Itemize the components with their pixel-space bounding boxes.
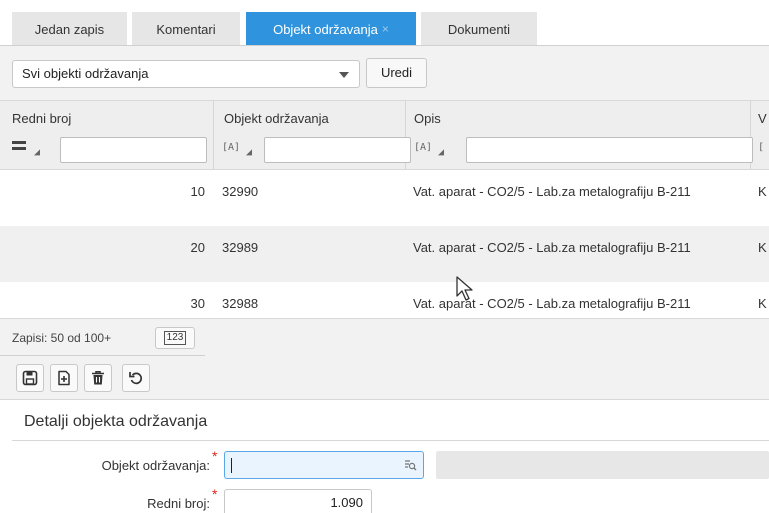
divider: [0, 355, 205, 356]
redni-broj-input[interactable]: 1.090: [224, 489, 372, 513]
details-title: Detalji objekta održavanja: [24, 413, 208, 430]
undo-button[interactable]: [122, 364, 150, 392]
cell-objekt: 32988: [222, 296, 259, 311]
tab-jedan-zapis[interactable]: Jedan zapis: [12, 12, 127, 46]
cell-opis: Vat. aparat - CO2/5 - Lab.za metalografi…: [413, 240, 691, 255]
cell-redni-broj: 30: [190, 296, 205, 311]
column-divider[interactable]: [213, 101, 214, 169]
objekt-odrzavanja-input[interactable]: [224, 451, 424, 479]
chevron-down-icon: [339, 72, 349, 78]
filter-corner-icon: ◢: [34, 147, 41, 158]
view-select[interactable]: Svi objekti održavanja: [12, 60, 360, 88]
cell-opis: Vat. aparat - CO2/5 - Lab.za metalografi…: [413, 184, 691, 199]
add-button[interactable]: [50, 364, 78, 392]
tab-label: Objekt održavanja: [273, 21, 378, 37]
field-label-objekt: Objekt održavanja:: [101, 458, 210, 473]
mouse-pointer-icon: [456, 276, 473, 301]
save-button[interactable]: [16, 364, 44, 392]
details-divider: [12, 440, 769, 441]
cell-objekt: 32990: [222, 184, 259, 199]
cell-v: K: [758, 296, 767, 311]
column-header-redni-broj[interactable]: Redni broj: [12, 111, 71, 126]
field-label-redni-broj: Redni broj:: [147, 496, 210, 511]
required-marker: *: [212, 486, 218, 502]
add-icon: [58, 370, 70, 386]
filter-input-opis[interactable]: [466, 137, 753, 163]
delete-icon: [92, 371, 104, 385]
lookup-icon[interactable]: [404, 459, 417, 472]
column-header-objekt[interactable]: Objekt održavanja: [224, 111, 329, 126]
count-records-button[interactable]: 123: [155, 327, 195, 349]
tab-label: Dokumenti: [447, 21, 511, 37]
column-header-v[interactable]: V: [758, 111, 767, 126]
view-toolbar: Svi objekti održavanja Uredi: [0, 46, 769, 100]
tab-bar: Jedan zapis Komentari Objekt održavanja …: [0, 0, 769, 46]
table-row[interactable]: 10 32990 Vat. aparat - CO2/5 - Lab.za me…: [0, 170, 769, 226]
cell-redni-broj: 10: [190, 184, 205, 199]
cell-v: K: [758, 240, 767, 255]
count-records-label: 123: [163, 331, 187, 345]
undo-icon: [129, 372, 142, 385]
table-row[interactable]: 20 32989 Vat. aparat - CO2/5 - Lab.za me…: [0, 226, 769, 282]
filter-corner-icon: ◢: [246, 147, 253, 158]
grid-header: Redni broj Objekt održavanja Opis V ◢ [A…: [0, 100, 769, 170]
close-icon[interactable]: ×: [382, 22, 389, 36]
required-marker: *: [212, 448, 218, 464]
tab-dokumenti[interactable]: Dokumenti: [421, 12, 537, 46]
text-filter-icon[interactable]: [A]: [222, 142, 240, 153]
tab-komentari[interactable]: Komentari: [132, 12, 240, 46]
table-row[interactable]: 30 32988 Vat. aparat - CO2/5 - Lab.za me…: [0, 282, 769, 318]
equals-icon[interactable]: [12, 141, 30, 153]
filter-input-redni-broj[interactable]: [60, 137, 207, 163]
objekt-description-readonly: [436, 451, 769, 479]
grid-footer: Zapisi: 50 od 100+ 123: [0, 318, 769, 400]
edit-button[interactable]: Uredi: [366, 58, 427, 88]
column-header-opis[interactable]: Opis: [414, 111, 441, 126]
save-icon: [22, 370, 38, 386]
filter-corner-icon: ◢: [438, 147, 445, 158]
tab-label: Komentari: [156, 21, 216, 37]
cell-redni-broj: 20: [190, 240, 205, 255]
record-count: Zapisi: 50 od 100+: [12, 331, 112, 345]
text-filter-icon[interactable]: [A]: [414, 142, 432, 153]
text-cursor: [231, 458, 232, 473]
cell-v: K: [758, 184, 767, 199]
tab-objekt-odrzavanja[interactable]: Objekt održavanja ×: [246, 12, 416, 46]
view-select-value: Svi objekti održavanja: [22, 66, 149, 81]
tab-label: Jedan zapis: [34, 21, 105, 37]
delete-button[interactable]: [84, 364, 112, 392]
text-filter-icon[interactable]: [: [758, 142, 764, 153]
filter-input-objekt[interactable]: [264, 137, 411, 163]
cell-objekt: 32989: [222, 240, 259, 255]
